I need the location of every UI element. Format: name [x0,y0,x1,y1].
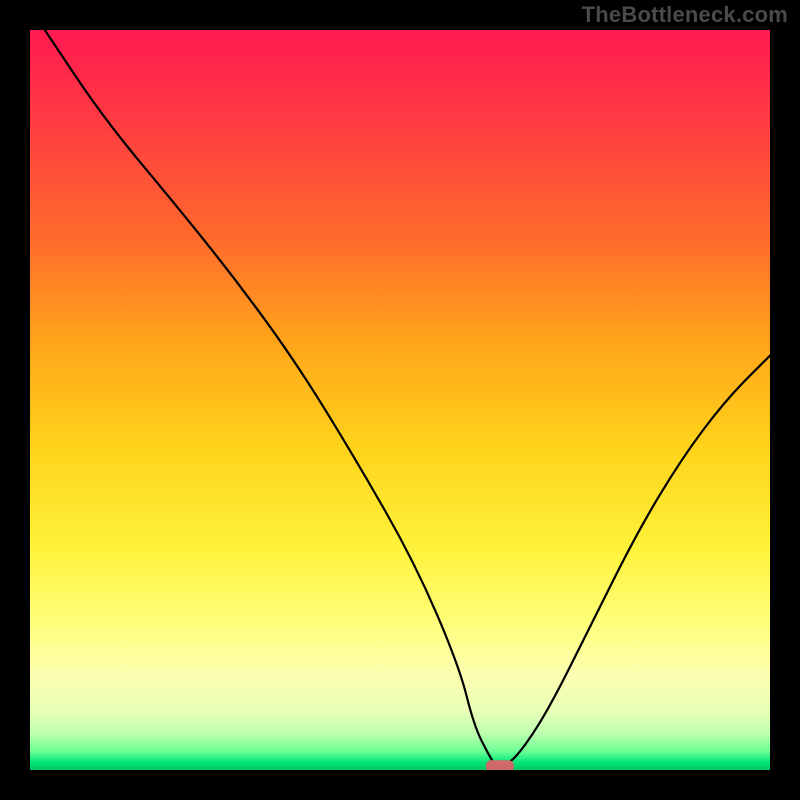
curve-svg [30,30,770,770]
minimum-marker [486,760,514,770]
chart-stage: TheBottleneck.com [0,0,800,800]
plot-area [30,30,770,770]
watermark-text: TheBottleneck.com [582,2,788,28]
bottleneck-curve [45,30,770,766]
